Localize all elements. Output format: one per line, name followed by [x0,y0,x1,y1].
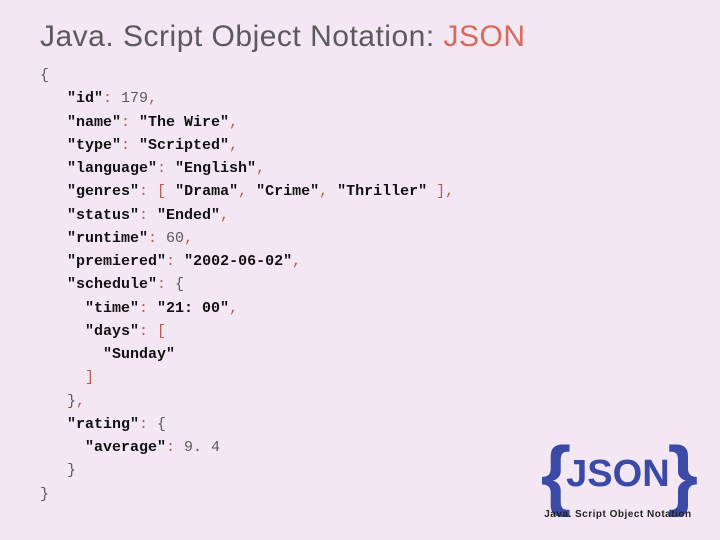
key-language: "language" [67,160,157,177]
key-average: "average" [85,439,166,456]
val-type: "Scripted" [139,137,229,154]
title-prefix: Java. Script Object Notation: [40,20,444,53]
key-schedule: "schedule" [67,276,157,293]
json-logo-braces: { JSON } [541,441,695,507]
brace-close: } [40,486,49,503]
val-premiered: "2002-06-02" [184,253,292,270]
logo-text: JSON [566,458,669,490]
key-time: "time" [85,300,139,317]
val-time: "21: 00" [157,300,229,317]
key-genres: "genres" [67,183,139,200]
val-id: 179 [121,90,148,107]
json-logo: { JSON } Java. Script Object Notation [541,441,695,520]
code-block: { "id": 179, "name": "The Wire", "type":… [40,64,690,506]
key-type: "type" [67,137,121,154]
brace-open: { [40,67,49,84]
title-accent: JSON [444,20,526,53]
key-rating: "rating" [67,416,139,433]
logo-left-brace: { [541,441,568,507]
logo-subtitle: Java. Script Object Notation [541,509,695,520]
val-status: "Ended" [157,207,220,224]
key-days: "days" [85,323,139,340]
val-name: "The Wire" [139,114,229,131]
key-status: "status" [67,207,139,224]
page-title: Java. Script Object Notation: JSON [40,20,690,54]
val-language: "English" [175,160,256,177]
val-average: 9. 4 [184,439,220,456]
logo-right-brace: } [668,441,695,507]
val-days-0: "Sunday" [103,346,175,363]
slide: Java. Script Object Notation: JSON { "id… [0,0,720,540]
key-premiered: "premiered" [67,253,166,270]
key-id: "id" [67,90,103,107]
key-name: "name" [67,114,121,131]
key-runtime: "runtime" [67,230,148,247]
val-runtime: 60 [166,230,184,247]
